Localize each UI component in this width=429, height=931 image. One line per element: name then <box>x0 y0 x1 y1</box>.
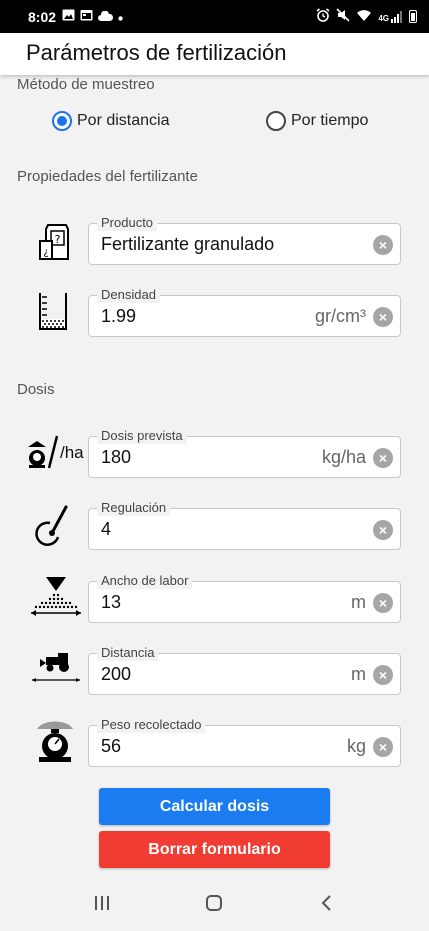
form-content[interactable]: Método de muestreo Por distancia Por tie… <box>0 75 429 880</box>
spread-width-icon <box>28 575 84 619</box>
producto-field[interactable]: Producto Fertilizante granulado × <box>88 215 401 265</box>
clear-icon[interactable]: × <box>373 235 393 255</box>
fertilizer-bag-icon: ? ¿ <box>30 221 78 265</box>
clear-icon[interactable]: × <box>373 665 393 685</box>
field-label: Ancho de labor <box>97 573 193 589</box>
field-unit: m <box>351 664 366 684</box>
dosis-prevista-field[interactable]: Dosis prevista 180 kg/ha × <box>88 428 401 478</box>
status-time: 8:02 <box>28 8 57 25</box>
section-title-sampling: Método de muestreo <box>17 76 155 93</box>
densidad-field[interactable]: Densidad 1.99 gr/cm³ × <box>88 287 401 337</box>
radio-label: Por distancia <box>77 112 170 129</box>
status-bar: 8:02 4G <box>0 0 429 33</box>
field-value[interactable]: 4 <box>101 519 111 540</box>
section-title-dose: Dosis <box>17 381 55 398</box>
regulacion-field[interactable]: Regulación 4 × <box>88 500 401 550</box>
radio-por-distancia[interactable]: Por distancia <box>52 111 170 131</box>
field-unit: kg/ha <box>321 447 366 467</box>
clear-icon[interactable]: × <box>373 307 393 327</box>
4g-signal-icon: 4G <box>378 10 403 23</box>
page-title: Parámetros de fertilización <box>26 40 287 65</box>
borrar-formulario-button[interactable]: Borrar formulario <box>99 831 330 868</box>
field-label: Dosis prevista <box>97 428 187 444</box>
radio-circle[interactable] <box>266 111 286 131</box>
weighing-scale-icon <box>33 717 81 762</box>
field-label: Peso recolectado <box>97 717 206 733</box>
battery-icon <box>409 10 417 23</box>
field-unit: kg <box>346 736 366 756</box>
mute-icon <box>336 8 350 25</box>
network-label: 4G <box>378 13 389 23</box>
radio-por-tiempo[interactable]: Por tiempo <box>266 111 368 131</box>
field-value[interactable]: Fertilizante granulado <box>101 234 274 255</box>
back-icon[interactable] <box>318 894 336 917</box>
field-label: Distancia <box>97 645 159 661</box>
regulation-dial-icon <box>30 503 78 547</box>
clear-icon[interactable]: × <box>373 593 393 613</box>
home-icon[interactable] <box>205 894 223 917</box>
cloud-icon <box>98 9 114 24</box>
field-label: Producto <box>97 215 158 231</box>
recent-apps-icon[interactable] <box>93 894 111 917</box>
field-unit: gr/cm³ <box>315 306 366 326</box>
distancia-field[interactable]: Distancia 200 m × <box>88 645 401 695</box>
field-value[interactable]: 13 <box>101 592 121 613</box>
density-container-icon <box>30 291 78 335</box>
system-nav-bar <box>0 880 429 931</box>
alarm-icon <box>316 8 330 25</box>
field-label: Densidad <box>97 287 160 303</box>
scale-per-hectare-icon: /ha <box>26 433 84 477</box>
dot-icon <box>118 10 123 24</box>
radio-label: Por tiempo <box>291 112 369 129</box>
per-hectare-text: /ha <box>60 443 84 462</box>
image-icon <box>62 9 75 24</box>
section-title-fertilizer: Propiedades del fertilizante <box>17 168 198 185</box>
field-value[interactable]: 1.99 <box>101 306 136 327</box>
calcular-dosis-button[interactable]: Calcular dosis <box>99 788 330 825</box>
field-value[interactable]: 200 <box>101 664 131 685</box>
field-value[interactable]: 56 <box>101 736 121 757</box>
calendar-icon <box>80 9 93 24</box>
clear-icon[interactable]: × <box>373 737 393 757</box>
tractor-distance-icon <box>28 647 84 691</box>
radio-circle-selected[interactable] <box>52 111 72 131</box>
ancho-de-labor-field[interactable]: Ancho de labor 13 m × <box>88 573 401 623</box>
clear-icon[interactable]: × <box>373 520 393 540</box>
field-label: Regulación <box>97 500 171 516</box>
wifi-icon <box>356 9 372 25</box>
app-bar: Parámetros de fertilización <box>0 33 429 75</box>
field-value[interactable]: 180 <box>101 447 131 468</box>
svg-text:?: ? <box>55 233 61 246</box>
peso-recolectado-field[interactable]: Peso recolectado 56 kg × <box>88 717 401 767</box>
svg-text:¿: ¿ <box>43 247 48 258</box>
clear-icon[interactable]: × <box>373 448 393 468</box>
field-unit: m <box>351 592 366 612</box>
